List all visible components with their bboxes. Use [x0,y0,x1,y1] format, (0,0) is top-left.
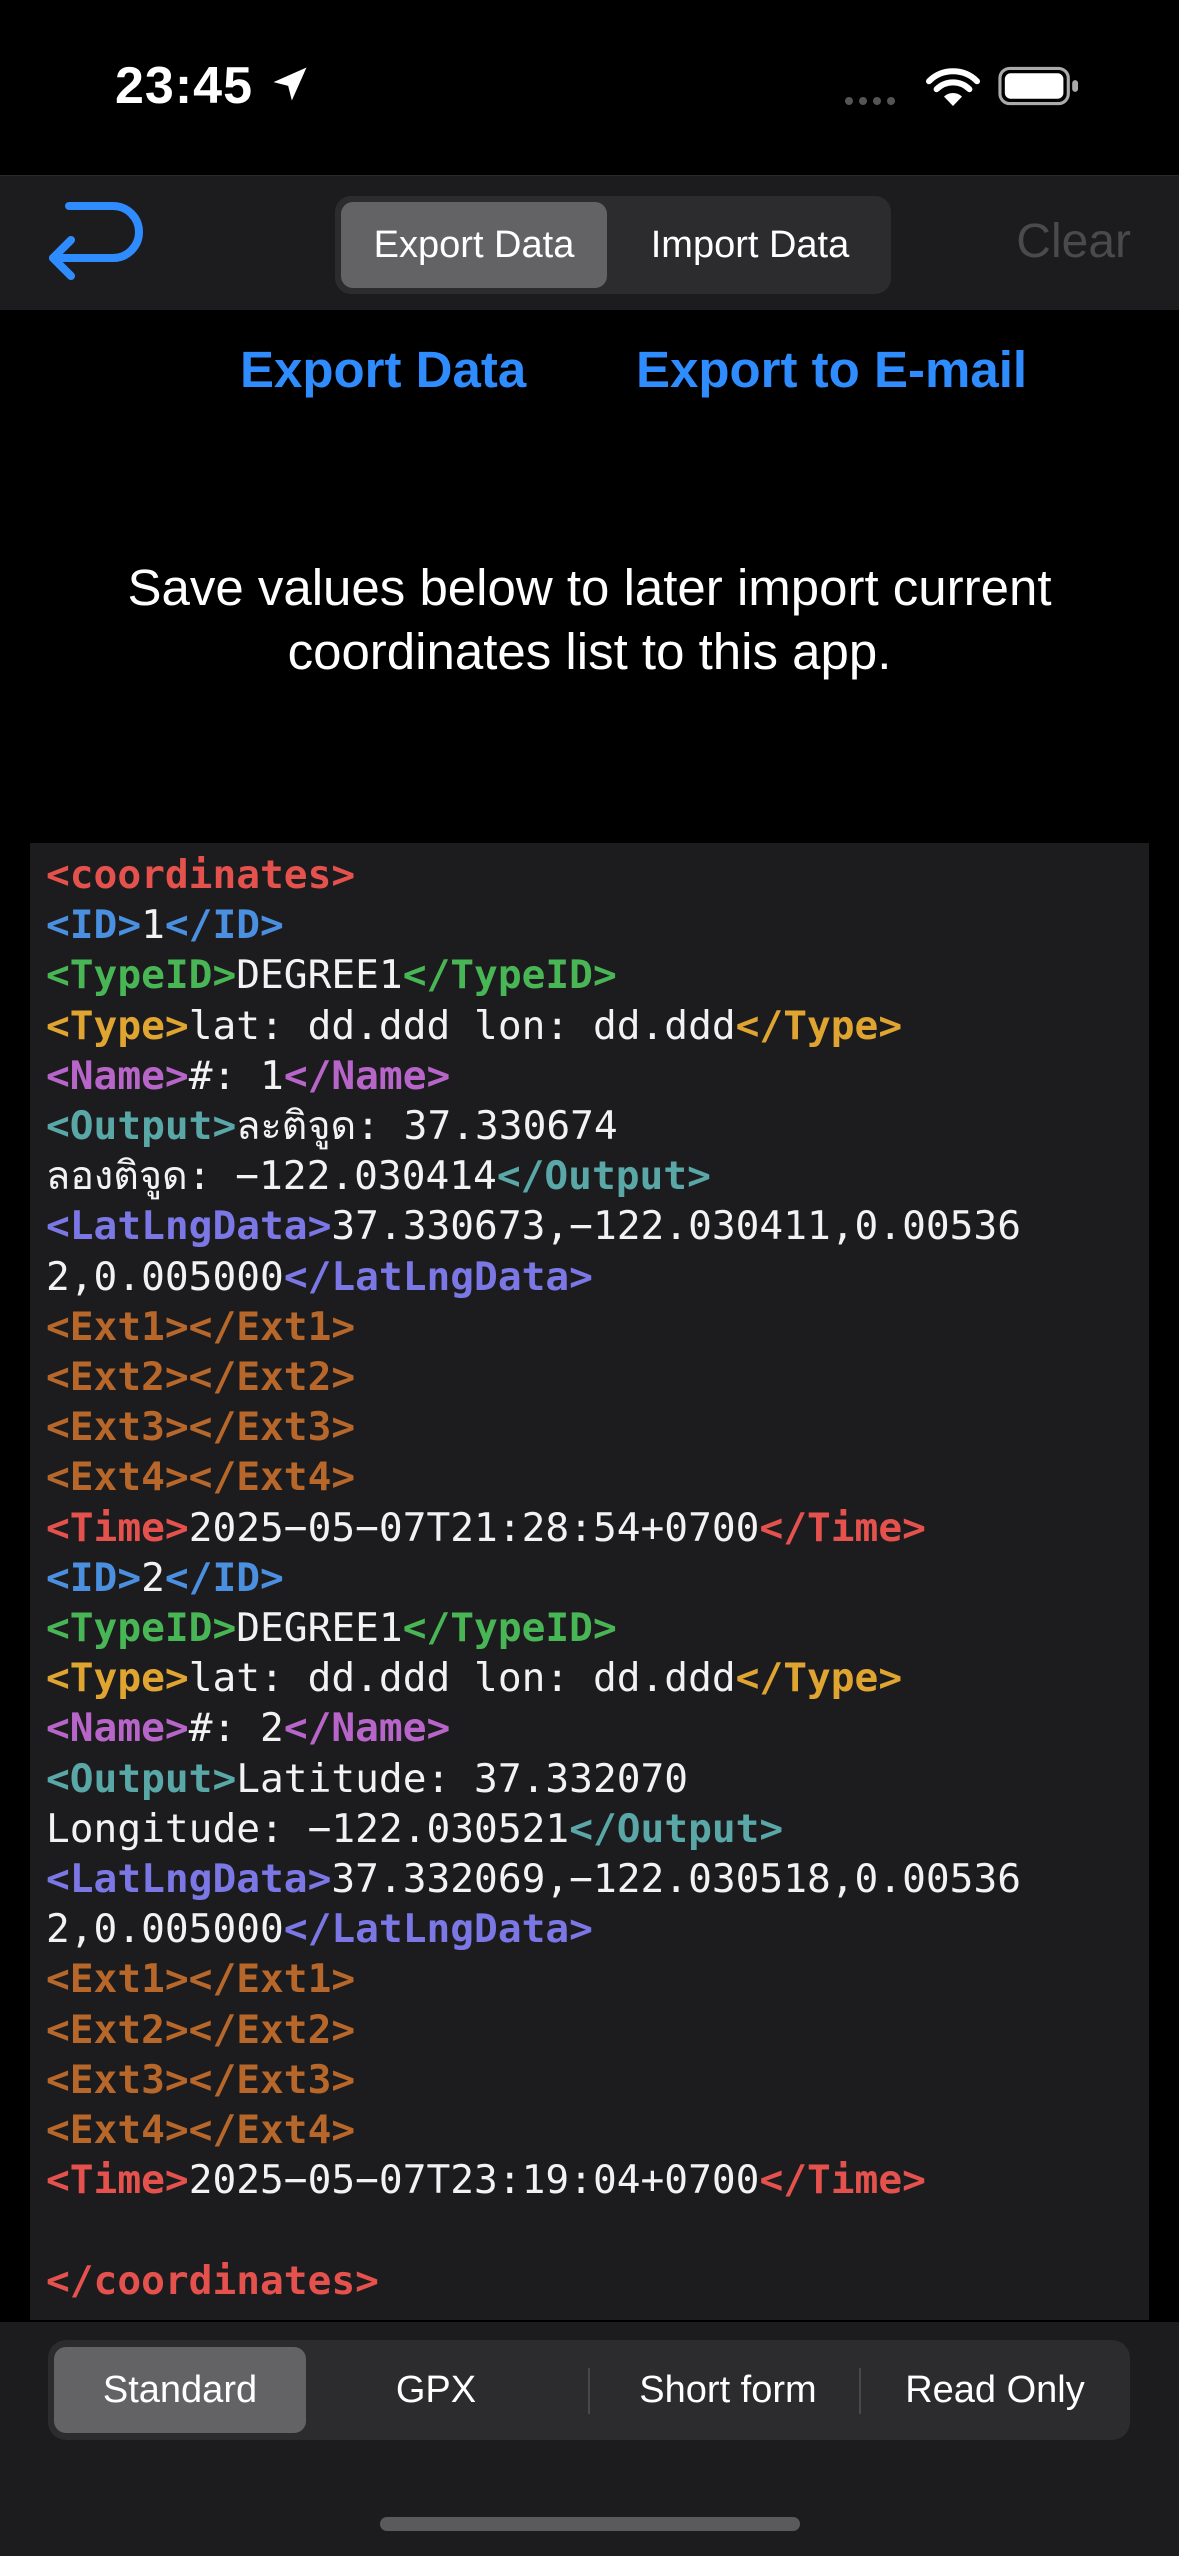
export-data-textview[interactable]: <coordinates> <ID>1</ID> <TypeID>DEGREE1… [30,843,1149,2320]
record-latlng-line2: 2,0.005000 [46,1253,284,1300]
record-latlng-line1: 37.330673,−122.030411,0.00536 [331,1203,1022,1250]
record-time: 2025−05−07T21:28:54+0700 [188,1504,760,1551]
record-output-line2: Longitude: −122.030521 [46,1805,570,1852]
root-open-tag: <coordinates> [46,852,356,898]
instruction-line-1: Save values below to later import curren… [127,559,1052,616]
record-type: lat: dd.ddd lon: dd.ddd [188,1655,736,1702]
record-latlng-line1: 37.332069,−122.030518,0.00536 [331,1856,1022,1903]
instruction-text: Save values below to later import curren… [0,556,1179,684]
tab-gpx[interactable]: GPX [316,2347,556,2433]
record-type-id: DEGREE1 [236,952,403,999]
instruction-line-2: coordinates list to this app. [287,623,892,680]
record-type-id: DEGREE1 [236,1605,403,1652]
back-return-icon[interactable] [45,198,145,290]
export-email-button[interactable]: Export to E-mail [636,340,1027,399]
status-bar: 23:45 [0,0,1179,175]
record-name: #: 2 [188,1705,284,1752]
record-time: 2025−05−07T23:19:04+0700 [188,2157,760,2204]
segment-divider [859,2368,861,2414]
wifi-icon [926,68,980,106]
export-actions: Export Data Export to E-mail [0,340,1179,420]
record-id: 1 [141,902,165,949]
tab-read-only[interactable]: Read Only [863,2347,1127,2433]
tab-short-form[interactable]: Short form [593,2347,863,2433]
status-time: 23:45 [115,57,253,115]
tab-standard[interactable]: Standard [54,2347,306,2433]
location-arrow-icon [273,67,307,101]
battery-icon [998,66,1079,106]
record-output-line2: ลองติจูด: −122.030414 [46,1153,497,1200]
clear-button[interactable]: Clear [1016,206,1131,278]
export-data-button[interactable]: Export Data [240,340,526,399]
tab-import-data[interactable]: Import Data [615,202,885,288]
root-close-tag: </coordinates> [46,2257,379,2304]
record-latlng-line2: 2,0.005000 [46,1906,284,1953]
record-name: #: 1 [188,1052,284,1099]
record-output-line1: Latitude: 37.332070 [236,1755,689,1802]
export-import-segmented-control: Export Data Import Data [335,196,891,294]
segment-divider [588,2368,590,2414]
record-type: lat: dd.ddd lon: dd.ddd [188,1002,736,1049]
record-output-line1: ละติจูด: 37.330674 [236,1103,618,1150]
top-toolbar: Export Data Import Data Clear [0,175,1179,310]
cellular-signal-icon [845,92,901,110]
record-id: 2 [141,1554,165,1601]
tab-export-data[interactable]: Export Data [341,202,607,288]
home-indicator [380,2517,800,2531]
format-segmented-control: Standard GPX Short form Read Only [48,2340,1130,2440]
